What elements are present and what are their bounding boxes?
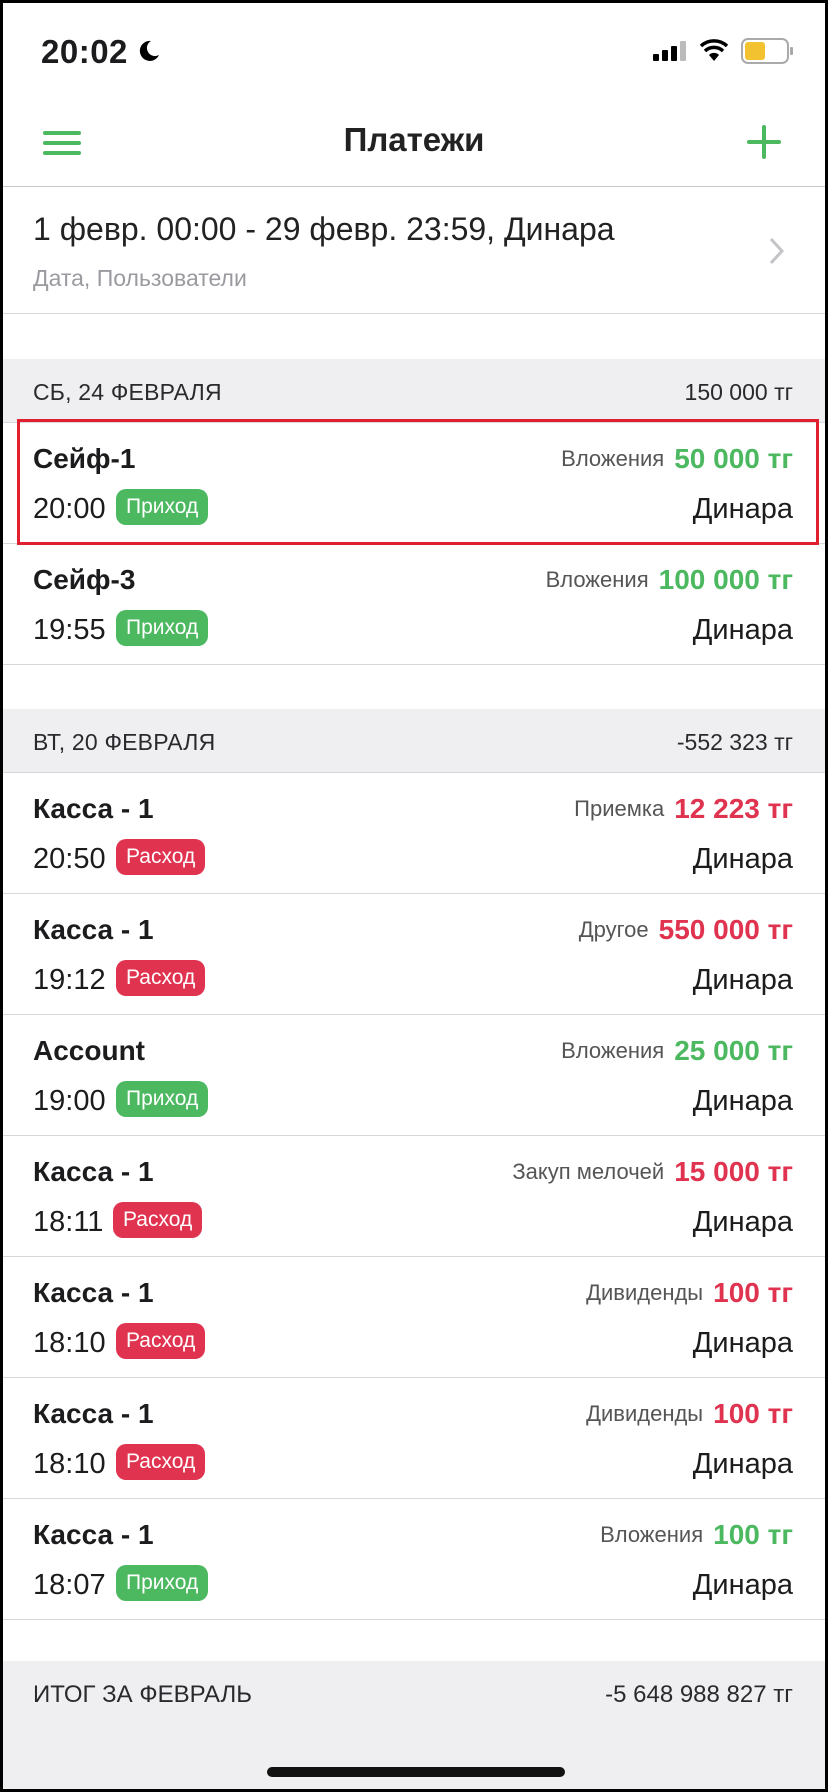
status-bar: 20:02: [3, 3, 825, 99]
payment-category: Вложения: [600, 1522, 704, 1547]
payment-user: Динара: [692, 1206, 793, 1238]
signal-icon: [653, 41, 686, 61]
payment-row[interactable]: Касса - 1 18:07 Приход Вложения 100 тг Динара: [3, 1499, 825, 1620]
payment-category: Дивиденды: [586, 1401, 704, 1426]
payment-account: Касса - 1: [33, 793, 154, 824]
payment-amount: 15 000 тг: [674, 1156, 793, 1187]
home-indicator: [267, 1767, 565, 1777]
payment-amount: 100 тг: [713, 1277, 793, 1308]
payment-user: Динара: [692, 493, 793, 525]
payment-category-amount: Вложения 50 000 тг: [561, 443, 793, 475]
payment-user: Динара: [692, 1569, 793, 1601]
payment-time: 18:10: [33, 1327, 106, 1359]
payment-category: Другое: [578, 917, 649, 942]
filter-summary: 1 февр. 00:00 - 29 февр. 23:59, Динара: [33, 211, 615, 247]
payment-time: 18:10: [33, 1448, 106, 1480]
payment-amount: 100 тг: [713, 1398, 793, 1429]
payment-type-badge: Расход: [116, 1444, 206, 1480]
wifi-icon: [699, 39, 729, 61]
payment-time: 19:00: [33, 1085, 106, 1117]
payment-time: 18:11: [33, 1206, 104, 1238]
payment-category-amount: Вложения 100 000 тг: [546, 564, 793, 596]
payment-category: Закуп мелочей: [512, 1159, 665, 1184]
screen: 20:02 Платежи 1 февр. 00:00 - 29 февр. 2…: [3, 3, 825, 1789]
payment-amount: 50 000 тг: [674, 443, 793, 474]
payment-account: Account: [33, 1035, 145, 1066]
payment-type-badge: Приход: [116, 1081, 209, 1117]
payment-amount: 25 000 тг: [674, 1035, 793, 1066]
payment-type-badge: Приход: [116, 489, 209, 525]
payment-user: Динара: [692, 1085, 793, 1117]
payment-amount: 100 тг: [713, 1519, 793, 1550]
section-sum: -552 323 тг: [676, 729, 793, 755]
payment-category-amount: Дивиденды 100 тг: [586, 1398, 793, 1430]
payment-category-amount: Дивиденды 100 тг: [586, 1277, 793, 1309]
payment-time: 18:07: [33, 1569, 106, 1601]
payment-row[interactable]: Касса - 1 20:50 Расход Приемка 12 223 тг Дина…: [3, 773, 825, 894]
payment-user: Динара: [692, 614, 793, 646]
payment-account: Касса - 1: [33, 1156, 154, 1187]
payment-category-amount: Приемка 12 223 тг: [574, 793, 793, 825]
add-payment-button[interactable]: [747, 125, 781, 159]
payment-category: Вложения: [561, 1038, 665, 1063]
moon-icon: [139, 40, 159, 61]
month-total-label: ИТОГ ЗА ФЕВРАЛЬ: [33, 1681, 253, 1708]
payment-user: Динара: [692, 843, 793, 875]
payment-category: Вложения: [545, 567, 649, 592]
payment-time: 19:55: [33, 614, 106, 646]
payment-type-badge: Приход: [116, 1565, 209, 1601]
payment-account: Касса - 1: [33, 1398, 154, 1429]
payment-time: 20:00: [33, 493, 106, 525]
payment-category-amount: Вложения 100 тг: [600, 1519, 793, 1551]
payment-row[interactable]: Касса - 1 18:11 Расход Закуп мелочей 15 000 …: [3, 1136, 825, 1257]
payment-type-badge: Расход: [116, 839, 206, 875]
section-sum: 150 000 тг: [684, 379, 793, 405]
payment-user: Динара: [692, 1448, 793, 1480]
payment-row[interactable]: Касса - 1 19:12 Расход Другое 550 000 тг Дина…: [3, 894, 825, 1015]
payment-account: Касса - 1: [33, 1519, 154, 1550]
month-total-sum: -5 648 988 827 тг: [605, 1681, 793, 1708]
payment-row[interactable]: Касса - 1 18:10 Расход Дивиденды 100 тг Динар…: [3, 1378, 825, 1499]
payment-amount: 550 000 тг: [658, 914, 793, 945]
page-title: Платежи: [343, 121, 485, 158]
payment-account: Сейф-3: [33, 564, 136, 595]
payment-amount: 12 223 тг: [674, 793, 793, 824]
payment-type-badge: Расход: [116, 1323, 206, 1359]
filter-subtitle: Дата, Пользователи: [33, 265, 247, 291]
chevron-right-icon: [769, 237, 785, 265]
payment-amount: 100 000 тг: [658, 564, 793, 595]
nav-bar: Платежи: [3, 99, 825, 187]
payment-user: Динара: [692, 964, 793, 996]
payment-account: Касса - 1: [33, 1277, 154, 1308]
section-header: ВТ, 20 ФЕВРАЛЯ -552 323 тг: [3, 709, 825, 773]
filter-row[interactable]: 1 февр. 00:00 - 29 февр. 23:59, Динара Д…: [3, 187, 825, 314]
payment-account: Сейф-1: [33, 443, 136, 474]
payment-row[interactable]: Account 19:00 Приход Вложения 25 000 тг Динар…: [3, 1015, 825, 1136]
payment-category: Приемка: [574, 796, 665, 821]
section-header: СБ, 24 ФЕВРАЛЯ 150 000 тг: [3, 359, 825, 423]
status-time: 20:02: [41, 33, 128, 70]
payment-row[interactable]: Касса - 1 18:10 Расход Дивиденды 100 тг Динар…: [3, 1257, 825, 1378]
section-date: СБ, 24 ФЕВРАЛЯ: [33, 379, 222, 405]
payment-type-badge: Приход: [116, 610, 209, 646]
payment-type-badge: Расход: [113, 1202, 203, 1238]
payment-category: Дивиденды: [586, 1280, 704, 1305]
section-date: ВТ, 20 ФЕВРАЛЯ: [33, 729, 216, 755]
payment-category-amount: Вложения 25 000 тг: [561, 1035, 793, 1067]
payment-row[interactable]: Сейф-3 19:55 Приход Вложения 100 000 тг Динар…: [3, 544, 825, 665]
battery-icon: [741, 38, 793, 64]
payment-row[interactable]: Сейф-1 20:00 Приход Вложения 50 000 тг Динара: [3, 423, 825, 544]
payment-time: 19:12: [33, 964, 106, 996]
payment-category-amount: Закуп мелочей 15 000 тг: [512, 1156, 793, 1188]
payment-category-amount: Другое 550 000 тг: [579, 914, 793, 946]
payment-category: Вложения: [561, 446, 665, 471]
payment-type-badge: Расход: [116, 960, 206, 996]
payment-user: Динара: [692, 1327, 793, 1359]
payment-account: Касса - 1: [33, 914, 154, 945]
payment-time: 20:50: [33, 843, 106, 875]
